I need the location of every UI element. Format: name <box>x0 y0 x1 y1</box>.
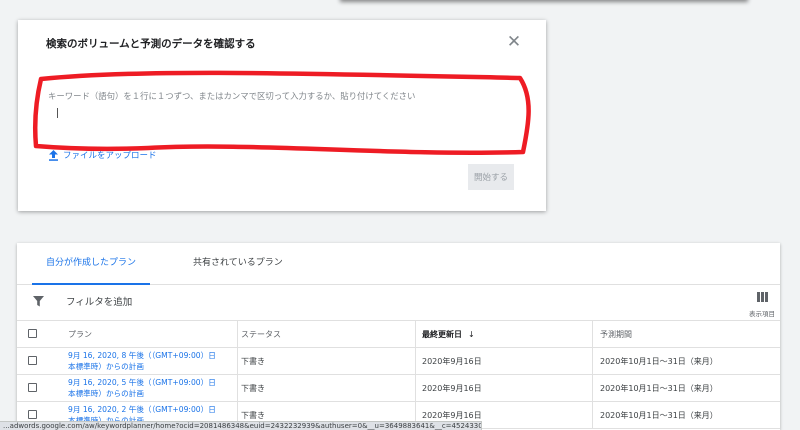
column-divider <box>592 375 593 401</box>
plan-link[interactable]: 9月 16, 2020, 8 午後（（GMT+09:00）日本標準時）からの計画 <box>68 350 220 372</box>
plan-cell: 9月 16, 2020, 8 午後（（GMT+09:00）日本標準時）からの計画 <box>68 348 220 374</box>
dialog-title: 検索のボリュームと予測のデータを確認する <box>46 38 256 50</box>
upload-icon <box>49 149 58 161</box>
last-updated-cell: 2020年9月16日 <box>422 356 482 366</box>
columns-label: 表示項目 <box>749 310 775 318</box>
columns-icon <box>756 292 768 302</box>
filter-bar: フィルタを追加 表示項目 <box>17 284 780 321</box>
arrow-down-icon: ↓ <box>468 329 475 339</box>
browser-status-bar: ...adwords.google.com/aw/keywordplanner/… <box>0 421 482 430</box>
text-caret <box>57 108 58 118</box>
plans-table: プラン ステータス 最終更新日 ↓ 予測期間 9月 16, 2020, 8 午後… <box>17 321 780 429</box>
select-all-checkbox[interactable] <box>28 329 37 338</box>
column-divider <box>415 321 416 347</box>
row-checkbox[interactable] <box>28 383 37 392</box>
column-divider <box>592 321 593 347</box>
start-button[interactable]: 開始する <box>468 164 514 190</box>
column-divider <box>415 348 416 374</box>
keyword-forecast-dialog: 検索のボリュームと予測のデータを確認する ✕ ファイルをアップロード 開始する <box>18 20 546 211</box>
add-filter-label[interactable]: フィルタを追加 <box>66 294 132 308</box>
row-checkbox[interactable] <box>28 356 37 365</box>
close-icon[interactable]: ✕ <box>504 32 524 52</box>
tab-shared-plans[interactable]: 共有されているプラン <box>193 243 283 284</box>
column-divider <box>237 348 238 374</box>
plans-panel: 自分が作成したプラン 共有されているプラン フィルタを追加 表示項目 プラン ス… <box>17 243 780 430</box>
columns-button[interactable]: 表示項目 <box>745 287 779 318</box>
plan-tabs: 自分が作成したプラン 共有されているプラン <box>17 243 780 285</box>
column-divider <box>237 321 238 347</box>
forecast-period-cell: 2020年10月1日～31日（来月） <box>600 356 718 366</box>
status-cell: 下書き <box>241 356 265 366</box>
forecast-period-cell: 2020年10月1日～31日（来月） <box>600 410 718 420</box>
plan-link[interactable]: 9月 16, 2020, 5 午後（（GMT+09:00）日本標準時）からの計画 <box>68 377 220 399</box>
column-header-plan[interactable]: プラン <box>68 321 92 347</box>
keyword-input[interactable] <box>44 84 508 148</box>
status-cell: 下書き <box>241 383 265 393</box>
table-row: 9月 16, 2020, 5 午後（（GMT+09:00）日本標準時）からの計画… <box>17 375 780 402</box>
upload-file-link[interactable]: ファイルをアップロード <box>49 149 157 161</box>
column-header-last-updated[interactable]: 最終更新日 ↓ <box>422 321 475 347</box>
plan-cell: 9月 16, 2020, 5 午後（（GMT+09:00）日本標準時）からの計画 <box>68 375 220 401</box>
filter-icon[interactable] <box>33 296 44 307</box>
upload-file-label: ファイルをアップロード <box>63 151 157 161</box>
last-updated-cell: 2020年9月16日 <box>422 383 482 393</box>
column-header-forecast-period[interactable]: 予測期間 <box>600 321 632 347</box>
forecast-period-cell: 2020年10月1日～31日（来月） <box>600 383 718 393</box>
column-divider <box>592 348 593 374</box>
row-checkbox[interactable] <box>28 410 37 419</box>
column-header-status[interactable]: ステータス <box>241 321 281 347</box>
table-header: プラン ステータス 最終更新日 ↓ 予測期間 <box>17 321 780 348</box>
column-divider <box>415 375 416 401</box>
tab-my-plans[interactable]: 自分が作成したプラン <box>32 243 150 285</box>
table-row: 9月 16, 2020, 8 午後（（GMT+09:00）日本標準時）からの計画… <box>17 348 780 375</box>
column-divider <box>237 375 238 401</box>
last-updated-label: 最終更新日 <box>422 329 462 339</box>
column-divider <box>592 402 593 428</box>
